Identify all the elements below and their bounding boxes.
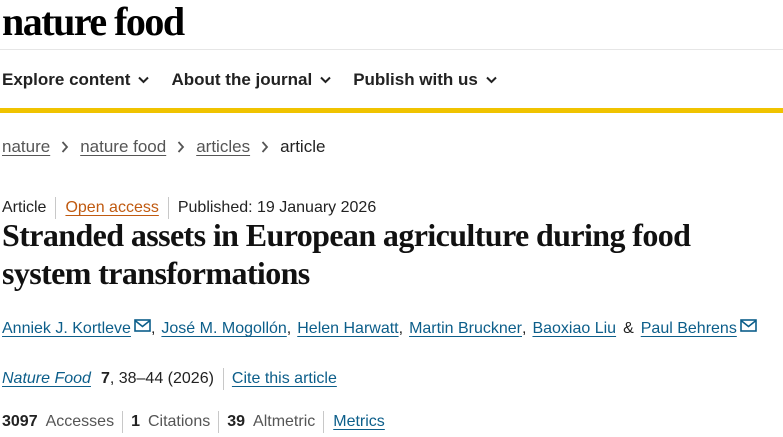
- chevron-right-icon: [62, 141, 69, 153]
- altmetric-count: 39: [227, 413, 246, 430]
- nav-label: Publish with us: [353, 70, 478, 89]
- author-link[interactable]: José M. Mogollón: [161, 318, 286, 340]
- author-separator: ,: [522, 320, 527, 337]
- author-link[interactable]: Martin Bruckner: [409, 318, 522, 340]
- chevron-right-icon: [261, 141, 269, 153]
- author-link[interactable]: Anniek J. Kortleve: [2, 318, 131, 340]
- article-metrics: 3097 Accesses 1 Citations 39 Altmetric M…: [2, 411, 385, 433]
- email-icon[interactable]: [134, 318, 151, 332]
- pages-year: , 38–44 (2026): [109, 370, 214, 387]
- author-separator: ,: [398, 320, 404, 337]
- author-separator: ,: [286, 320, 292, 337]
- breadcrumb-nature-food[interactable]: nature food: [80, 136, 166, 158]
- nav-explore-content[interactable]: Explore content: [2, 66, 150, 94]
- citations-count: 1: [131, 413, 140, 430]
- citations-metric: 1 Citations: [123, 411, 220, 433]
- author-list: Anniek J. Kortleve , José M. Mogollón , …: [2, 318, 757, 340]
- citations-label: Citations: [147, 413, 211, 430]
- author-link[interactable]: Baoxiao Liu: [532, 318, 616, 340]
- accesses-metric: 3097 Accesses: [2, 411, 124, 433]
- accesses-count: 3097: [2, 413, 38, 430]
- breadcrumb-current: article: [280, 137, 326, 156]
- cite-this-article-link[interactable]: Cite this article: [222, 368, 337, 390]
- author-separator: ,: [150, 320, 156, 337]
- accesses-label: Accesses: [45, 413, 115, 430]
- author-link[interactable]: Paul Behrens: [641, 318, 737, 340]
- nav-label: Explore content: [2, 70, 131, 89]
- chevron-down-icon: [486, 76, 497, 84]
- article-title: Stranded assets in European agriculture …: [2, 217, 691, 291]
- citation-line: Nature Food 7 , 38–44 (2026) Cite this a…: [2, 368, 337, 390]
- chevron-right-icon: [178, 141, 185, 153]
- chevron-down-icon: [320, 76, 331, 84]
- main-nav: Explore content About the journal Publis…: [2, 66, 497, 94]
- author-link[interactable]: Helen Harwatt: [297, 318, 398, 340]
- altmetric-label: Altmetric: [253, 413, 316, 430]
- breadcrumb-nature[interactable]: nature: [2, 136, 50, 158]
- email-icon[interactable]: [740, 318, 757, 332]
- breadcrumb-articles[interactable]: articles: [196, 136, 250, 158]
- header-divider: [0, 49, 783, 50]
- author-ampersand: &: [623, 320, 634, 337]
- nav-label: About the journal: [171, 70, 313, 89]
- volume-number: 7: [100, 370, 110, 387]
- chevron-down-icon: [138, 76, 150, 84]
- altmetric-metric: 39 Altmetric: [219, 411, 325, 433]
- nav-publish-with-us[interactable]: Publish with us: [353, 66, 497, 94]
- accent-bar: [0, 108, 783, 113]
- metrics-link[interactable]: Metrics: [324, 411, 385, 433]
- breadcrumb: nature nature food articles article: [2, 136, 325, 158]
- site-logo[interactable]: nature food: [2, 0, 185, 44]
- journal-link[interactable]: Nature Food: [2, 368, 91, 390]
- nav-about-the-journal[interactable]: About the journal: [171, 66, 331, 94]
